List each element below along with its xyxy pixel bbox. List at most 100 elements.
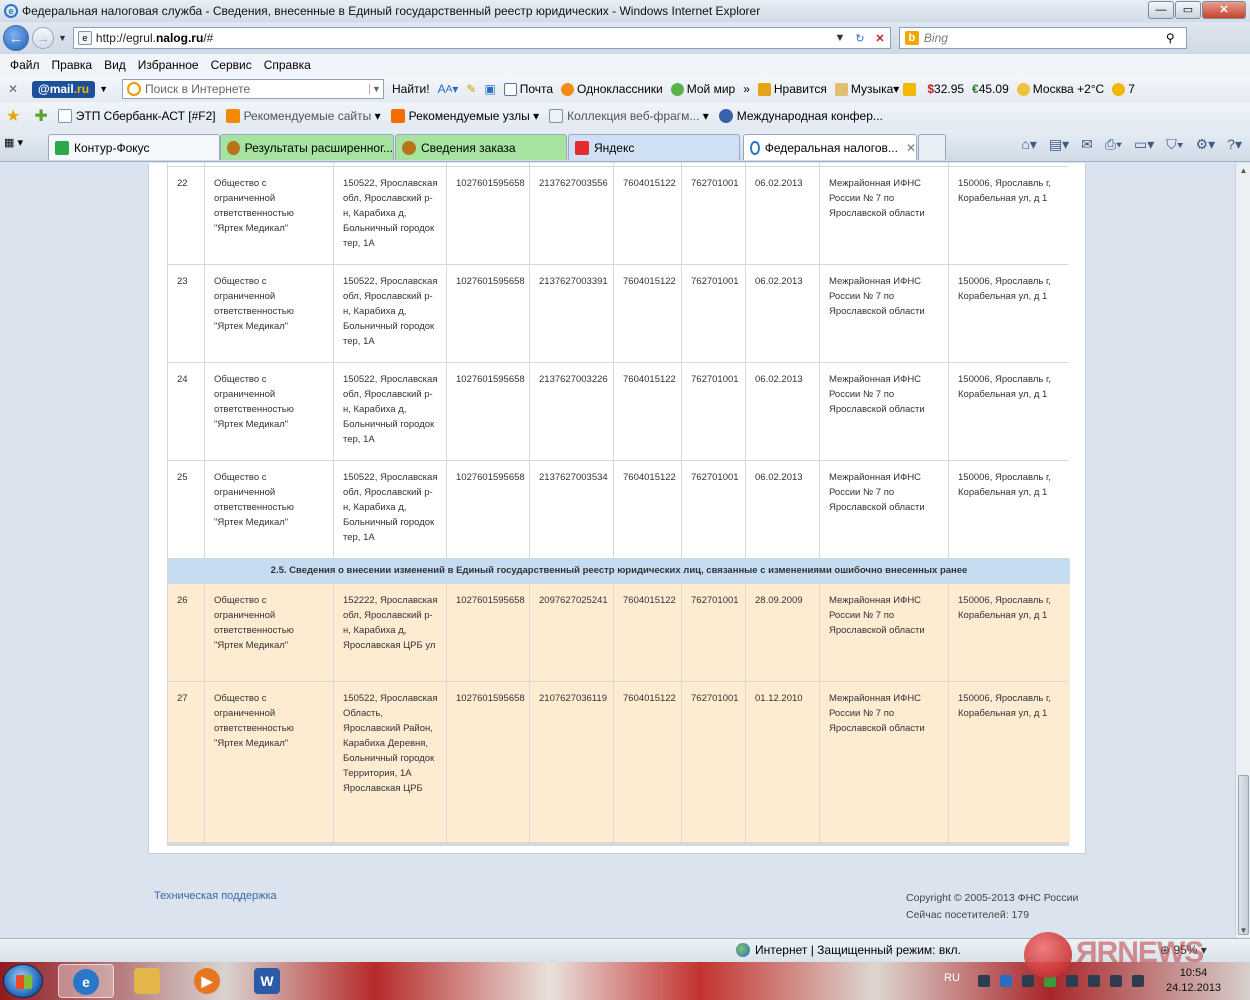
tab-fns[interactable]: Федеральная налогов... ✕ [743,134,917,160]
tab-order-info[interactable]: Сведения заказа [395,134,567,160]
cell-grn: 2137627003226 [530,363,613,460]
fav-item-sberbank[interactable]: ЭТП Сбербанк-АСТ [#F2] [57,109,216,123]
stop-icon[interactable]: ✕ [870,32,890,45]
read-mail-icon[interactable]: ✉ [1081,136,1093,153]
cell-address: 152222, Ярославская обл, Ярославский р-н… [334,584,446,681]
taskbar-media-player[interactable]: ▶ [180,964,236,998]
new-tab-button[interactable] [918,134,946,160]
weather-link[interactable]: Москва +2°C [1016,82,1104,96]
tab-list-dropdown-icon[interactable]: ▾ [17,136,23,149]
home-icon[interactable]: ⌂▾ [1021,136,1036,153]
page-icon: e [77,31,92,45]
favorites-star-icon[interactable]: ★ [6,106,20,126]
tray-icon-2[interactable] [1000,975,1012,987]
tech-support-link[interactable]: Техническая поддержка [154,890,277,902]
tab-yandex[interactable]: Яндекс [568,134,740,160]
tab-search-results[interactable]: Результаты расширенног... [220,134,394,160]
language-indicator[interactable]: RU [944,972,960,984]
quick-tabs-icon[interactable]: ▦ [4,136,14,149]
menu-help[interactable]: Справка [258,56,317,74]
mailru-dropdown-icon[interactable]: ▼ [99,84,108,94]
recommended-nodes-icon [390,109,405,123]
globe-icon [736,943,750,957]
url-text[interactable]: http://egrul.nalog.ru/# [96,31,830,45]
bing-search-field[interactable]: b Bing ⚲ [898,27,1187,49]
bing-placeholder[interactable]: Bing [924,31,1166,45]
magnifier-icon[interactable]: ▣ [484,82,495,96]
fav-item-web-slices[interactable]: Коллекция веб-фрагм... ▾ [549,109,709,123]
odnoklassniki-link[interactable]: Одноклассники [561,82,663,96]
mailru-search-input[interactable]: Поиск в Интернете ▼ [121,79,384,99]
vertical-scrollbar[interactable]: ▲ ▼ [1235,163,1250,938]
menu-edit[interactable]: Правка [46,56,99,74]
menu-favorites[interactable]: Избранное [132,56,205,74]
page-menu-icon[interactable]: ▭▾ [1134,136,1154,153]
yarnews-watermark: ЯRNEWS [1024,930,1224,980]
search-icon[interactable]: ⚲ [1166,31,1186,45]
overflow-chevron-icon[interactable]: » [743,82,750,96]
myworld-link[interactable]: Мой мир [670,82,735,96]
cell-date: 28.09.2009 [746,584,819,681]
address-bar-row: ← → ▼ e http://egrul.nalog.ru/# ▼ ↻ ✕ b … [0,22,1250,54]
mailru-search-dropdown-icon[interactable]: ▼ [368,84,383,94]
likes-link[interactable]: Нравится [757,82,827,96]
notifications-badge[interactable]: 7 [1112,82,1135,96]
mailru-logo[interactable]: @mail.ru [32,80,96,98]
security-zone[interactable]: Интернет | Защищенный режим: вкл. [736,943,961,957]
cell-address: 150522, Ярославская Область, Ярославский… [334,682,446,842]
taskbar-word[interactable]: W [240,964,296,998]
scroll-down-icon[interactable]: ▼ [1236,923,1250,938]
back-button[interactable]: ← [3,25,29,51]
tab-kontur-fokus[interactable]: Контур-Фокус [48,134,220,160]
add-favorite-icon[interactable]: ✚ [34,106,47,126]
find-button[interactable]: Найти! [392,82,430,96]
menu-tools[interactable]: Сервис [205,56,258,74]
web-slice-icon [549,109,564,123]
eur-rate[interactable]: €45.09 [972,82,1009,96]
fav-item-recommended-nodes[interactable]: Рекомендуемые узлы ▾ [390,109,539,123]
music-link[interactable]: Музыка ▾ [834,82,919,96]
scrollbar-thumb[interactable] [1238,775,1249,935]
tray-icon-1[interactable] [978,975,990,987]
minimize-button[interactable]: — [1148,1,1174,19]
copyright-text: Copyright © 2005-2013 ФНС России [906,892,1079,904]
highlight-icon[interactable]: ✎ [466,82,476,96]
table-row: 26 Общество с ограниченной ответственност… [168,584,1070,681]
quick-tabs[interactable]: ▦ ▾ [4,136,23,149]
help-icon[interactable]: ?▾ [1227,136,1242,153]
forward-button[interactable]: → [32,27,54,49]
gear-icon[interactable]: ⚙▾ [1196,136,1216,153]
fav-item-recommended-sites[interactable]: Рекомендуемые сайты ▾ [225,109,381,123]
cell-org-name: Общество с ограниченной ответственностью… [205,167,333,264]
url-field[interactable]: e http://egrul.nalog.ru/# ▼ ↻ ✕ [72,27,891,49]
close-toolbar-icon[interactable]: ✕ [8,82,22,96]
mail-link[interactable]: Почта [503,82,553,96]
rss-icon[interactable]: ▤▾ [1049,136,1069,153]
menu-view[interactable]: Вид [98,56,132,74]
close-tab-icon[interactable]: ✕ [906,141,916,155]
taskbar-explorer[interactable] [120,964,176,998]
menu-file[interactable]: Файл [4,56,46,74]
page-viewport: 22 Общество с ограниченной ответственност… [0,163,1235,938]
usd-rate[interactable]: $32.95 [927,82,964,96]
font-size-icon[interactable]: A A ▾ [438,82,459,96]
cell-tax-office-address: 150006, Ярославль г, Корабельная ул, д 1 [949,461,1070,558]
menu-bar: Файл Правка Вид Избранное Сервис Справка [0,54,1250,76]
emblem-icon [227,140,240,155]
start-button[interactable] [3,964,43,998]
maximize-button[interactable]: ▭ [1175,1,1201,19]
close-window-button[interactable]: ✕ [1202,1,1246,19]
cell-inn: 7604015122 [614,363,681,460]
refresh-icon[interactable]: ↻ [850,32,870,45]
safety-icon[interactable]: ⛉▾ [1166,136,1183,153]
history-dropdown-icon[interactable]: ▼ [58,33,67,43]
table-cell [949,163,1070,166]
url-dropdown-icon[interactable]: ▼ [830,32,850,44]
scroll-up-icon[interactable]: ▲ [1236,163,1250,178]
folder-icon [134,968,160,994]
cell-tax-office: Межрайонная ИФНС России № 7 по Ярославск… [820,461,948,558]
print-icon[interactable]: ⎙▾ [1105,136,1122,153]
taskbar-ie[interactable]: e [58,964,114,998]
fav-item-conference[interactable]: Международная конфер... [718,109,883,123]
cell-tax-office: Межрайонная ИФНС России № 7 по Ярославск… [820,682,948,842]
